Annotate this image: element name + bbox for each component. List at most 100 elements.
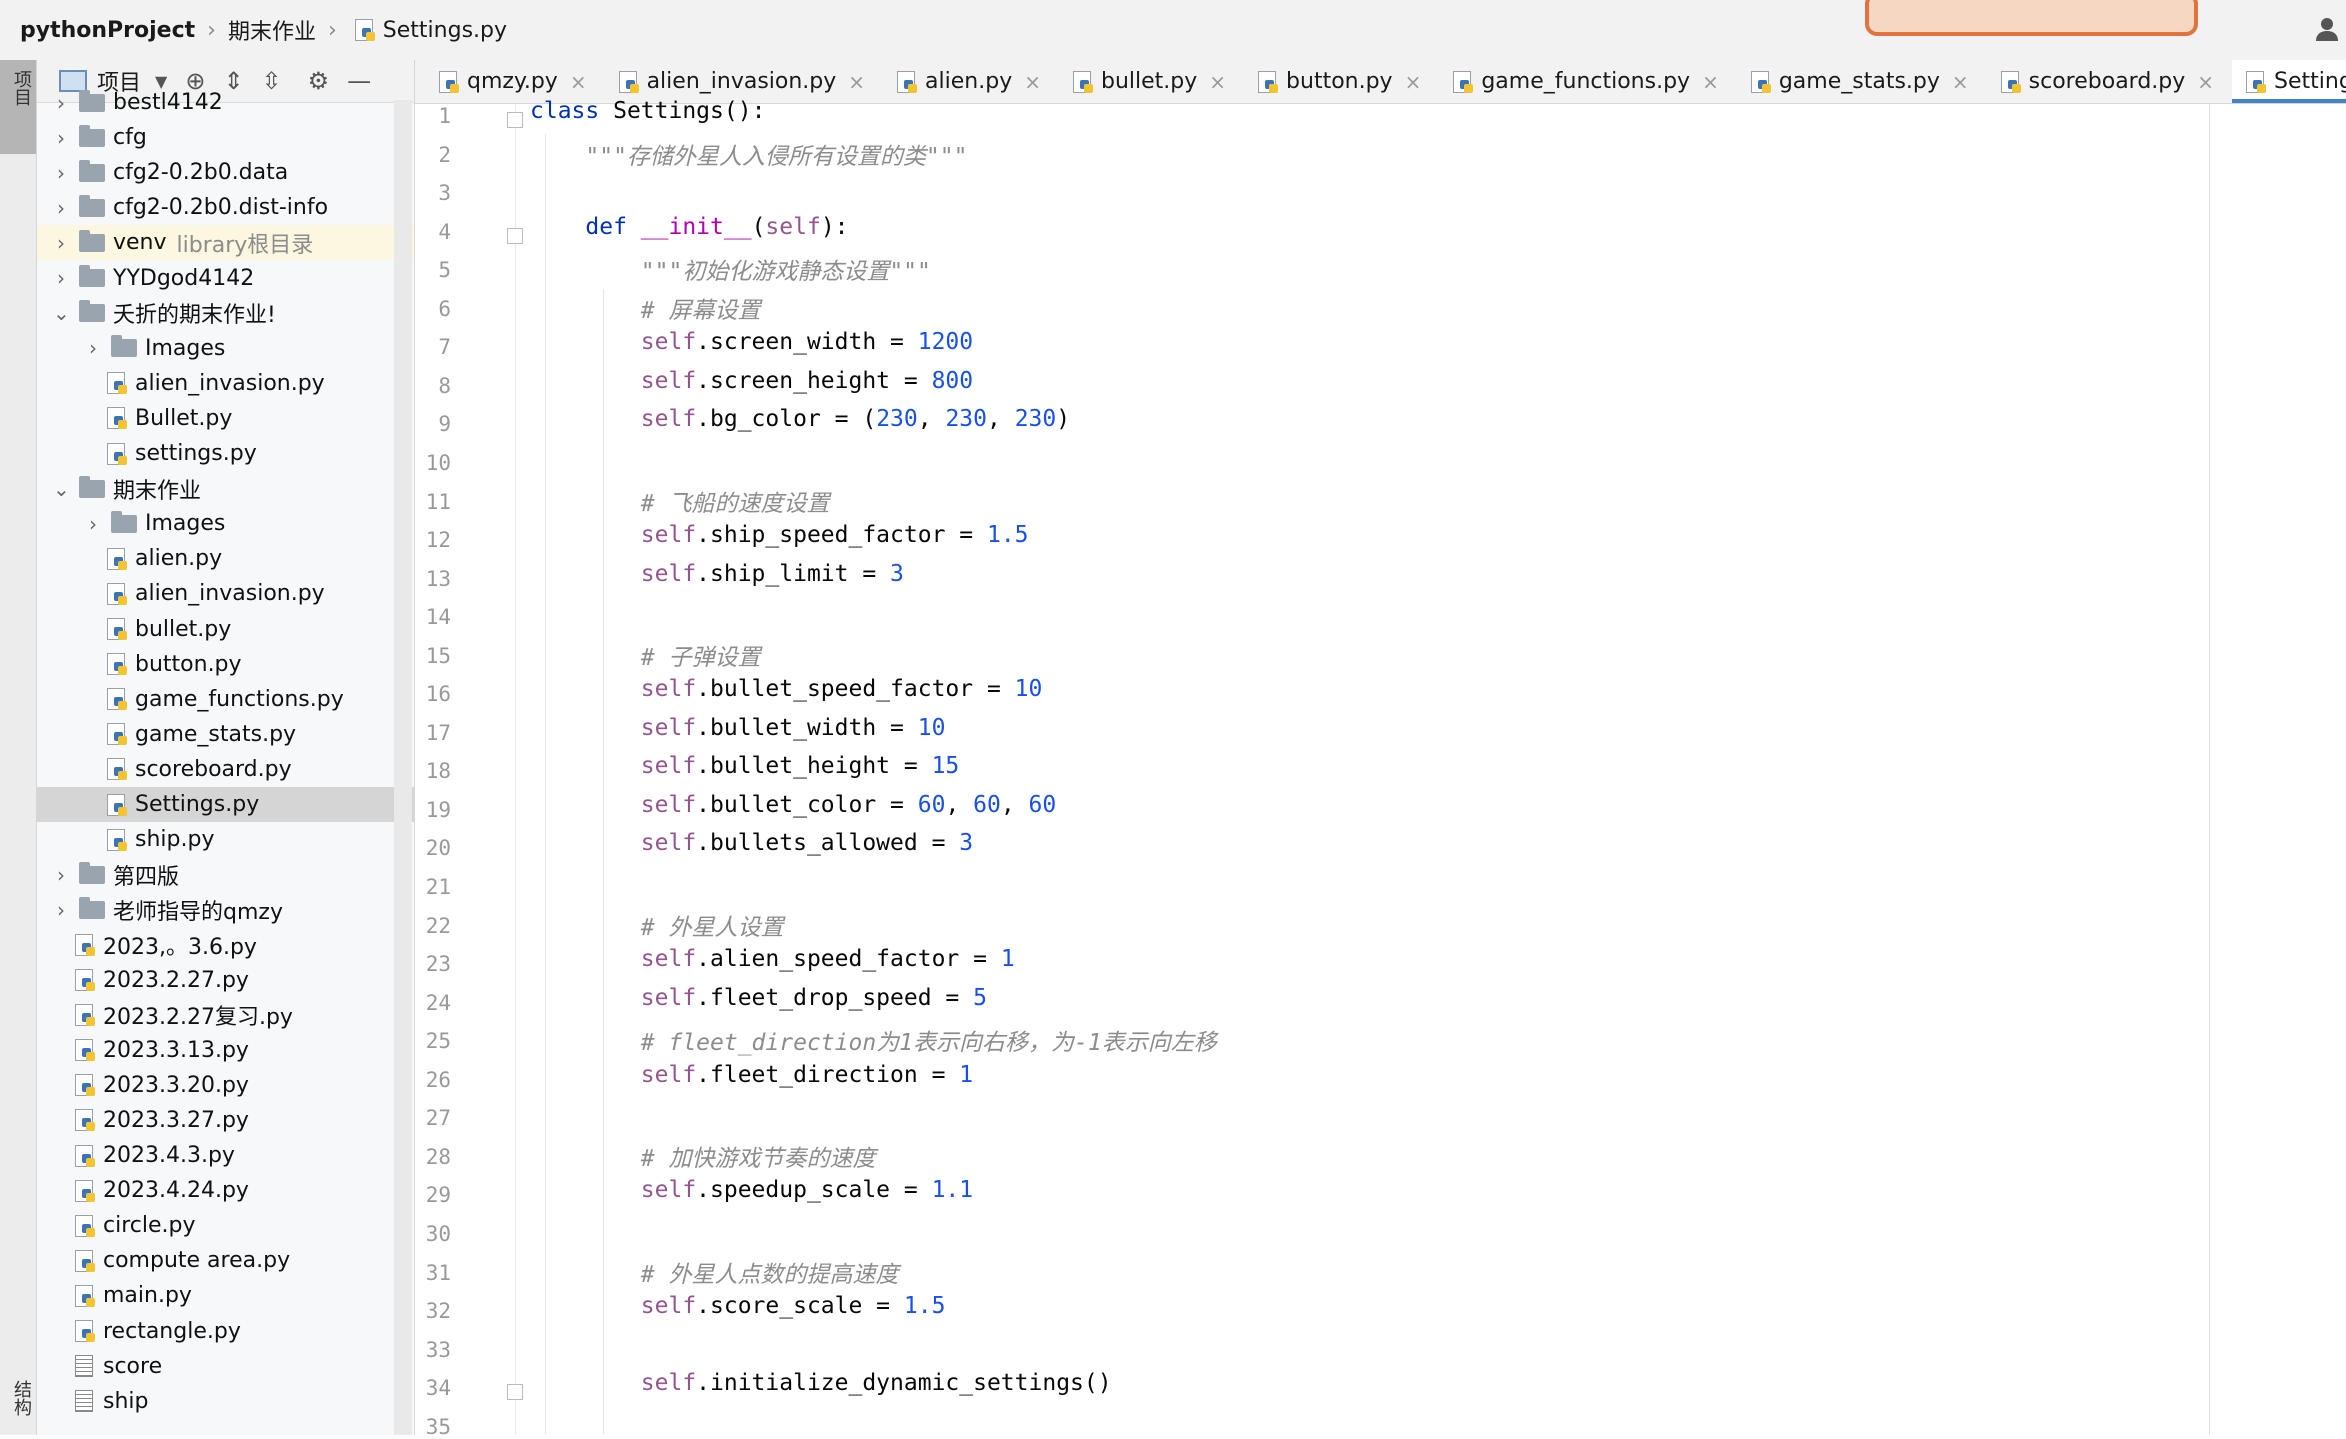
user-icon[interactable] [2314, 16, 2340, 42]
close-icon[interactable]: × [570, 70, 587, 94]
tree-folder[interactable]: ⌄ 期末作业 [37, 471, 414, 506]
tree-item-label: 2023.3.20.py [103, 1072, 249, 1098]
tree-folder[interactable]: › venv library根目录 [37, 225, 414, 261]
tree-folder[interactable]: › cfg2-0.2b0.dist-info [37, 190, 414, 225]
tree-file[interactable]: scoreboard.py [37, 752, 414, 787]
close-icon[interactable]: × [1702, 70, 1719, 94]
tab-game_stats-py[interactable]: game_stats.py × [1737, 60, 1977, 103]
chevron-right-icon[interactable]: › [53, 898, 69, 922]
tree-file[interactable]: ship [37, 1384, 414, 1419]
python-file-icon [75, 1214, 95, 1237]
code-token: .screen_height = [696, 367, 932, 394]
tree-file[interactable]: settings.py [37, 436, 414, 471]
tree-folder[interactable]: › Images [37, 331, 414, 366]
tree-file[interactable]: game_functions.py [37, 682, 414, 717]
chevron-down-icon[interactable]: ⌄ [53, 477, 70, 501]
tree-file[interactable]: ship.py [37, 822, 414, 857]
code-token: , [917, 406, 946, 433]
chevron-right-icon[interactable]: › [53, 91, 69, 115]
tree-file[interactable]: Bullet.py [37, 401, 414, 436]
tree-folder[interactable]: › Images [37, 506, 414, 541]
tab-alien_invasion-py[interactable]: alien_invasion.py × [605, 60, 873, 103]
tree-file[interactable]: compute area.py [37, 1243, 414, 1278]
close-icon[interactable]: × [848, 70, 865, 94]
tree-file[interactable]: alien_invasion.py [37, 576, 414, 611]
folder-icon [79, 300, 105, 323]
tree-file[interactable]: button.py [37, 647, 414, 682]
code-token: # 屏幕设置 [640, 297, 761, 324]
tree-file[interactable]: 2023.2.27.py [37, 963, 414, 998]
structure-tool-label[interactable]: 结构 [8, 1380, 34, 1416]
tree-file[interactable]: game_stats.py [37, 717, 414, 752]
code-editor[interactable]: 1 2 3 4 5 6 7 8 9 10 11 12 13 14 15 16 17 18 19 20 21 22 23 24 2… [415, 98, 2346, 1439]
tab-scoreboard-py[interactable]: scoreboard.py × [1987, 60, 2222, 103]
code-token: self [765, 213, 821, 240]
tree-file[interactable]: Settings.py [37, 787, 414, 822]
close-icon[interactable]: × [1405, 70, 1422, 94]
code-token: self [640, 522, 697, 549]
chevron-right-icon[interactable]: › [53, 126, 69, 150]
code-token: self [640, 406, 697, 433]
code-token: self [640, 791, 697, 818]
tree-folder[interactable]: › 第四版 [37, 857, 414, 892]
tree-folder[interactable]: › cfg [37, 120, 414, 155]
tree-file[interactable]: alien_invasion.py [37, 366, 414, 401]
tree-file[interactable]: alien.py [37, 541, 414, 576]
chevron-right-icon[interactable]: › [53, 196, 69, 220]
breadcrumb-project[interactable]: pythonProject [20, 18, 195, 43]
project-scrollbar[interactable] [394, 100, 412, 1435]
tree-file[interactable]: 2023.3.13.py [37, 1033, 414, 1068]
fold-marker-icon[interactable] [507, 112, 523, 128]
code-token: .initialize_dynamic_settings() [696, 1370, 1112, 1397]
tab-bullet-py[interactable]: bullet.py × [1059, 60, 1234, 103]
tab-alien-py[interactable]: alien.py × [883, 60, 1049, 103]
code-token: .fleet_direction = [696, 1061, 960, 1088]
tree-file[interactable]: 2023.3.27.py [37, 1103, 414, 1138]
close-icon[interactable]: × [1024, 70, 1041, 94]
tree-folder[interactable]: › 老师指导的qmzy [37, 892, 414, 927]
tree-file[interactable]: 2023.4.3.py [37, 1138, 414, 1173]
tab-game_functions-py[interactable]: game_functions.py × [1439, 60, 1727, 103]
tree-file[interactable]: 2023.3.20.py [37, 1068, 414, 1103]
fold-marker-icon[interactable] [507, 1384, 523, 1401]
code-line: self.fleet_drop_speed = 5 [530, 985, 987, 1023]
close-icon[interactable]: × [2197, 70, 2214, 94]
close-icon[interactable]: × [1209, 70, 1226, 94]
fold-marker-icon[interactable] [507, 227, 523, 244]
breadcrumb-folder[interactable]: 期末作业 [228, 14, 316, 46]
tree-file[interactable]: 2023,。3.6.py [37, 927, 414, 962]
tree-file[interactable]: score [37, 1349, 414, 1384]
tab-settings-py[interactable]: Settings.py× [2232, 60, 2346, 103]
project-tool-button[interactable]: 项目 [0, 60, 36, 154]
tree-file[interactable]: 2023.4.24.py [37, 1173, 414, 1208]
tree-file[interactable]: bullet.py [37, 612, 414, 647]
chevron-right-icon[interactable]: › [53, 863, 69, 887]
chevron-down-icon[interactable]: ⌄ [53, 301, 70, 325]
tree-folder[interactable]: › cfg2-0.2b0.data [37, 155, 414, 190]
chevron-right-icon[interactable]: › [85, 336, 101, 360]
chevron-right-icon[interactable]: › [53, 231, 69, 255]
tree-file[interactable]: 2023.2.27复习.py [37, 998, 414, 1033]
chevron-right-icon[interactable]: › [53, 266, 69, 290]
line-number: 34 [425, 1376, 451, 1401]
code-token: .score_scale = [696, 1293, 904, 1320]
tree-folder[interactable]: › bestl4142 [37, 85, 414, 120]
tree-folder[interactable]: › YYDgod4142 [37, 261, 414, 296]
tree-folder[interactable]: ⌄ 夭折的期末作业! [37, 296, 414, 331]
tab-qmzy-py[interactable]: qmzy.py × [425, 60, 595, 103]
tree-file[interactable]: circle.py [37, 1208, 414, 1243]
tree-file[interactable]: main.py [37, 1278, 414, 1313]
code-line: # 飞船的速度设置 [530, 484, 830, 522]
code-token: # 外星人设置 [640, 914, 784, 941]
close-icon[interactable]: × [1952, 70, 1969, 94]
chevron-right-icon[interactable]: › [85, 512, 101, 536]
breadcrumb-file[interactable]: Settings.py [383, 18, 507, 43]
chevron-right-icon[interactable]: › [53, 161, 69, 185]
tree-file[interactable]: rectangle.py [37, 1314, 414, 1349]
tab-button-py[interactable]: button.py × [1244, 60, 1429, 103]
folder-icon [111, 335, 137, 358]
code-token: self [640, 560, 697, 587]
code-line: """存储外星人入侵所有设置的类""" [530, 137, 967, 175]
